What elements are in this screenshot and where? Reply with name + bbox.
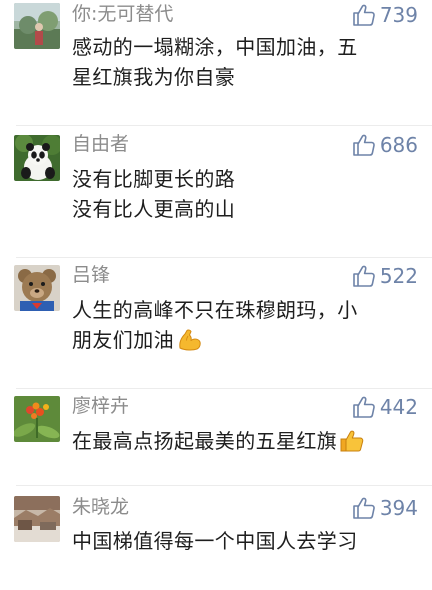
comment-line-with-emoji: 在最高点扬起最美的五星红旗 bbox=[72, 426, 414, 461]
like-count: 394 bbox=[379, 496, 418, 520]
outdoor-photo-avatar bbox=[14, 3, 60, 49]
comment-item: 你:无可替代 739 感动的一塌糊涂，中国加油，五 星红旗我为你自豪 bbox=[0, 0, 432, 128]
avatar[interactable] bbox=[14, 3, 60, 49]
comment-item: 廖梓卉 442 在最高点扬起最美的五星红旗 bbox=[0, 388, 432, 486]
like-count: 522 bbox=[379, 264, 418, 288]
like-count: 442 bbox=[379, 395, 418, 419]
comment-item: 朱晓龙 394 中国梯值得每一个中国人去学习 bbox=[0, 486, 432, 590]
comment-text: 没有比脚更长的路 没有比人更高的山 bbox=[72, 164, 414, 224]
like-button[interactable]: 522 bbox=[352, 263, 418, 289]
username[interactable]: 你:无可替代 bbox=[72, 2, 173, 26]
comment-line: 人生的高峰不只在珠穆朗玛，小 bbox=[72, 298, 358, 322]
username[interactable]: 朱晓龙 bbox=[72, 495, 129, 519]
flexed-biceps-emoji bbox=[176, 328, 202, 360]
thumbs-up-icon bbox=[353, 265, 375, 287]
flowers-avatar bbox=[14, 396, 60, 442]
like-count: 686 bbox=[379, 133, 418, 157]
like-button[interactable]: 686 bbox=[352, 132, 418, 158]
comment-text: 感动的一塌糊涂，中国加油，五 星红旗我为你自豪 bbox=[72, 32, 414, 92]
thumbs-up-icon bbox=[353, 4, 375, 26]
thumbs-up-icon bbox=[353, 396, 375, 418]
like-button[interactable]: 442 bbox=[352, 394, 418, 420]
teddy-bear-avatar bbox=[14, 265, 60, 311]
comment-line-with-emoji: 朋友们加油 bbox=[72, 325, 414, 360]
avatar[interactable] bbox=[14, 496, 60, 542]
comment-line: 感动的一塌糊涂，中国加油，五 bbox=[72, 35, 358, 59]
avatar[interactable] bbox=[14, 135, 60, 181]
comment-item: 自由者 686 没有比脚更长的路 没有比人更高的山 bbox=[0, 128, 432, 256]
avatar[interactable] bbox=[14, 265, 60, 311]
like-count: 739 bbox=[379, 3, 418, 27]
comment-text: 中国梯值得每一个中国人去学习 bbox=[72, 526, 414, 556]
thumbs-up-emoji bbox=[339, 429, 365, 461]
comment-item: 吕锋 522 人生的高峰不只在珠穆朗玛，小 朋友们加油 bbox=[0, 258, 432, 386]
like-button[interactable]: 739 bbox=[352, 2, 418, 28]
comment-feed: 你:无可替代 739 感动的一塌糊涂，中国加油，五 星红旗我为你自豪 自由者 6… bbox=[0, 0, 432, 590]
comment-text: 人生的高峰不只在珠穆朗玛，小 朋友们加油 bbox=[72, 295, 414, 360]
avatar[interactable] bbox=[14, 396, 60, 442]
panda-avatar bbox=[14, 135, 60, 181]
username[interactable]: 廖梓卉 bbox=[72, 394, 129, 418]
landscape-avatar bbox=[14, 496, 60, 542]
comment-line: 中国梯值得每一个中国人去学习 bbox=[72, 529, 358, 553]
comment-line: 在最高点扬起最美的五星红旗 bbox=[72, 429, 338, 453]
comment-line: 星红旗我为你自豪 bbox=[72, 65, 236, 89]
comment-line: 没有比人更高的山 bbox=[72, 197, 236, 221]
username[interactable]: 吕锋 bbox=[72, 263, 110, 287]
comment-text: 在最高点扬起最美的五星红旗 bbox=[72, 426, 414, 461]
like-button[interactable]: 394 bbox=[352, 495, 418, 521]
thumbs-up-icon bbox=[353, 497, 375, 519]
thumbs-up-icon bbox=[353, 134, 375, 156]
comment-line: 朋友们加油 bbox=[72, 328, 174, 352]
divider bbox=[16, 125, 432, 126]
comment-line: 没有比脚更长的路 bbox=[72, 167, 236, 191]
username[interactable]: 自由者 bbox=[72, 132, 129, 156]
